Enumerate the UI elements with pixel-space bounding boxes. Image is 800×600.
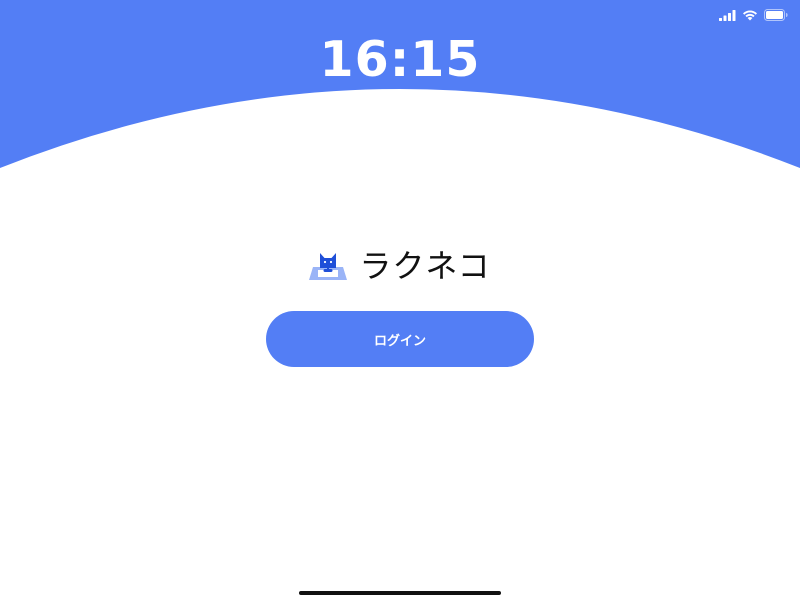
- login-button[interactable]: ログイン: [266, 311, 534, 367]
- cat-laptop-logo-icon: [309, 253, 348, 280]
- battery-icon: [764, 9, 788, 21]
- brand: ラクネコ: [0, 244, 800, 288]
- login-screen: 16:15 ラクネコ ログイン: [0, 0, 800, 600]
- cellular-signal-icon: [719, 9, 736, 21]
- wifi-icon: [743, 10, 757, 21]
- clock-time: 16:15: [319, 31, 481, 88]
- brand-name: ラクネコ: [359, 247, 491, 285]
- status-bar: [719, 6, 788, 24]
- home-indicator[interactable]: [299, 591, 501, 595]
